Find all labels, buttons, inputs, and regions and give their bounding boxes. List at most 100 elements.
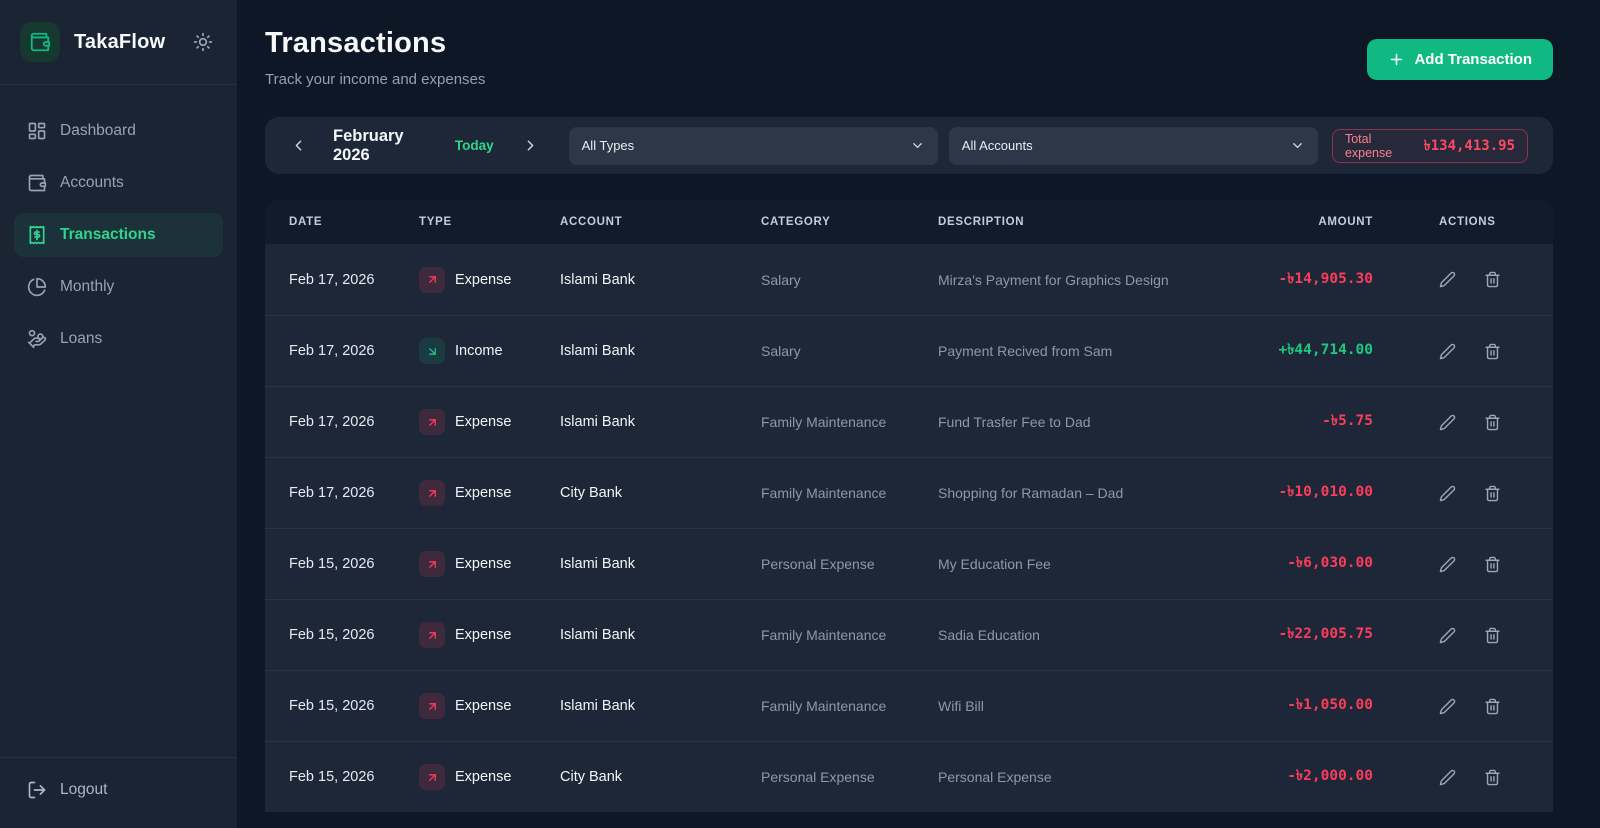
type-badge xyxy=(419,267,445,293)
sidebar-item-dashboard[interactable]: Dashboard xyxy=(14,109,223,153)
table-row: Feb 17, 2026 Income Islami Bank Salary P… xyxy=(265,315,1553,386)
table-header-row: DATE TYPE ACCOUNT CATEGORY DESCRIPTION A… xyxy=(265,200,1553,244)
type-cell: Expense xyxy=(419,693,560,719)
table-row: Feb 15, 2026 Expense Islami Bank Family … xyxy=(265,599,1553,670)
actions-cell xyxy=(1409,556,1529,573)
account-filter-value: All Accounts xyxy=(962,138,1033,153)
app-logo xyxy=(20,22,60,62)
description-cell: My Education Fee xyxy=(938,556,1229,572)
logout-label: Logout xyxy=(60,781,107,799)
delete-button[interactable] xyxy=(1484,271,1501,288)
type-cell: Expense xyxy=(419,764,560,790)
today-button[interactable]: Today xyxy=(455,138,494,153)
category-cell: Family Maintenance xyxy=(761,627,938,643)
amount-cell: -৳6,030.00 xyxy=(1229,552,1409,576)
edit-button[interactable] xyxy=(1439,627,1456,644)
edit-button[interactable] xyxy=(1439,271,1456,288)
table-row: Feb 17, 2026 Expense City Bank Family Ma… xyxy=(265,457,1553,528)
logout-button[interactable]: Logout xyxy=(27,780,217,800)
category-cell: Personal Expense xyxy=(761,556,938,572)
type-badge xyxy=(419,338,445,364)
arrow-up-right-icon xyxy=(426,487,439,500)
prev-month-button[interactable] xyxy=(288,135,309,156)
date-cell: Feb 15, 2026 xyxy=(289,627,419,643)
pencil-icon xyxy=(1439,769,1456,786)
description-cell: Wifi Bill xyxy=(938,698,1229,714)
table-row: Feb 17, 2026 Expense Islami Bank Family … xyxy=(265,386,1553,457)
actions-cell xyxy=(1409,414,1529,431)
type-cell: Expense xyxy=(419,551,560,577)
sidebar-item-loans[interactable]: Loans xyxy=(14,317,223,361)
account-cell: City Bank xyxy=(560,769,761,785)
column-header-description: DESCRIPTION xyxy=(938,216,1229,228)
column-header-category: CATEGORY xyxy=(761,216,938,228)
description-cell: Payment Recived from Sam xyxy=(938,343,1229,359)
category-cell: Salary xyxy=(761,343,938,359)
month-label: February 2026 xyxy=(333,127,441,165)
type-label: Expense xyxy=(455,414,511,430)
description-cell: Personal Expense xyxy=(938,769,1229,785)
chevron-down-icon xyxy=(910,138,925,153)
edit-button[interactable] xyxy=(1439,343,1456,360)
type-label: Expense xyxy=(455,627,511,643)
account-cell: Islami Bank xyxy=(560,698,761,714)
edit-button[interactable] xyxy=(1439,485,1456,502)
pencil-icon xyxy=(1439,485,1456,502)
type-filter-select[interactable]: All Types xyxy=(569,127,938,165)
delete-button[interactable] xyxy=(1484,414,1501,431)
theme-toggle-button[interactable] xyxy=(189,28,217,56)
edit-button[interactable] xyxy=(1439,414,1456,431)
delete-button[interactable] xyxy=(1484,556,1501,573)
description-cell: Sadia Education xyxy=(938,627,1229,643)
account-cell: Islami Bank xyxy=(560,556,761,572)
sidebar-item-transactions[interactable]: Transactions xyxy=(14,213,223,257)
sidebar-item-monthly[interactable]: Monthly xyxy=(14,265,223,309)
edit-button[interactable] xyxy=(1439,769,1456,786)
add-transaction-label: Add Transaction xyxy=(1414,51,1532,68)
delete-button[interactable] xyxy=(1484,769,1501,786)
chevron-right-icon xyxy=(522,137,539,154)
edit-button[interactable] xyxy=(1439,556,1456,573)
app-title: TakaFlow xyxy=(74,31,189,54)
amount-cell: +৳44,714.00 xyxy=(1229,339,1409,363)
next-month-button[interactable] xyxy=(520,135,541,156)
type-label: Expense xyxy=(455,485,511,501)
category-cell: Family Maintenance xyxy=(761,414,938,430)
category-cell: Family Maintenance xyxy=(761,698,938,714)
type-cell: Expense xyxy=(419,622,560,648)
type-badge xyxy=(419,551,445,577)
wallet-icon xyxy=(29,31,51,53)
category-cell: Family Maintenance xyxy=(761,485,938,501)
type-badge xyxy=(419,409,445,435)
sidebar-nav: Dashboard Accounts Transactions Monthly … xyxy=(0,85,237,369)
table-row: Feb 15, 2026 Expense Islami Bank Persona… xyxy=(265,528,1553,599)
type-label: Expense xyxy=(455,698,511,714)
table-body: Feb 17, 2026 Expense Islami Bank Salary … xyxy=(265,244,1553,812)
arrow-up-right-icon xyxy=(426,416,439,429)
delete-button[interactable] xyxy=(1484,698,1501,715)
type-label: Expense xyxy=(455,769,511,785)
pencil-icon xyxy=(1439,627,1456,644)
add-transaction-button[interactable]: Add Transaction xyxy=(1367,39,1553,80)
account-filter-select[interactable]: All Accounts xyxy=(949,127,1318,165)
transactions-table: DATE TYPE ACCOUNT CATEGORY DESCRIPTION A… xyxy=(265,200,1553,812)
type-cell: Expense xyxy=(419,409,560,435)
amount-cell: -৳1,050.00 xyxy=(1229,694,1409,718)
category-cell: Personal Expense xyxy=(761,769,938,785)
type-badge xyxy=(419,764,445,790)
arrow-up-right-icon xyxy=(426,629,439,642)
column-header-type: TYPE xyxy=(419,216,560,228)
total-expense-value: ৳134,413.95 xyxy=(1424,134,1515,158)
amount-cell: -৳5.75 xyxy=(1229,410,1409,434)
edit-button[interactable] xyxy=(1439,698,1456,715)
delete-button[interactable] xyxy=(1484,343,1501,360)
sidebar-item-accounts[interactable]: Accounts xyxy=(14,161,223,205)
delete-button[interactable] xyxy=(1484,627,1501,644)
main-content: Transactions Track your income and expen… xyxy=(237,0,1600,828)
page-header: Transactions Track your income and expen… xyxy=(265,0,1553,88)
actions-cell xyxy=(1409,769,1529,786)
actions-cell xyxy=(1409,343,1529,360)
pencil-icon xyxy=(1439,271,1456,288)
delete-button[interactable] xyxy=(1484,485,1501,502)
column-header-date: DATE xyxy=(289,216,419,228)
